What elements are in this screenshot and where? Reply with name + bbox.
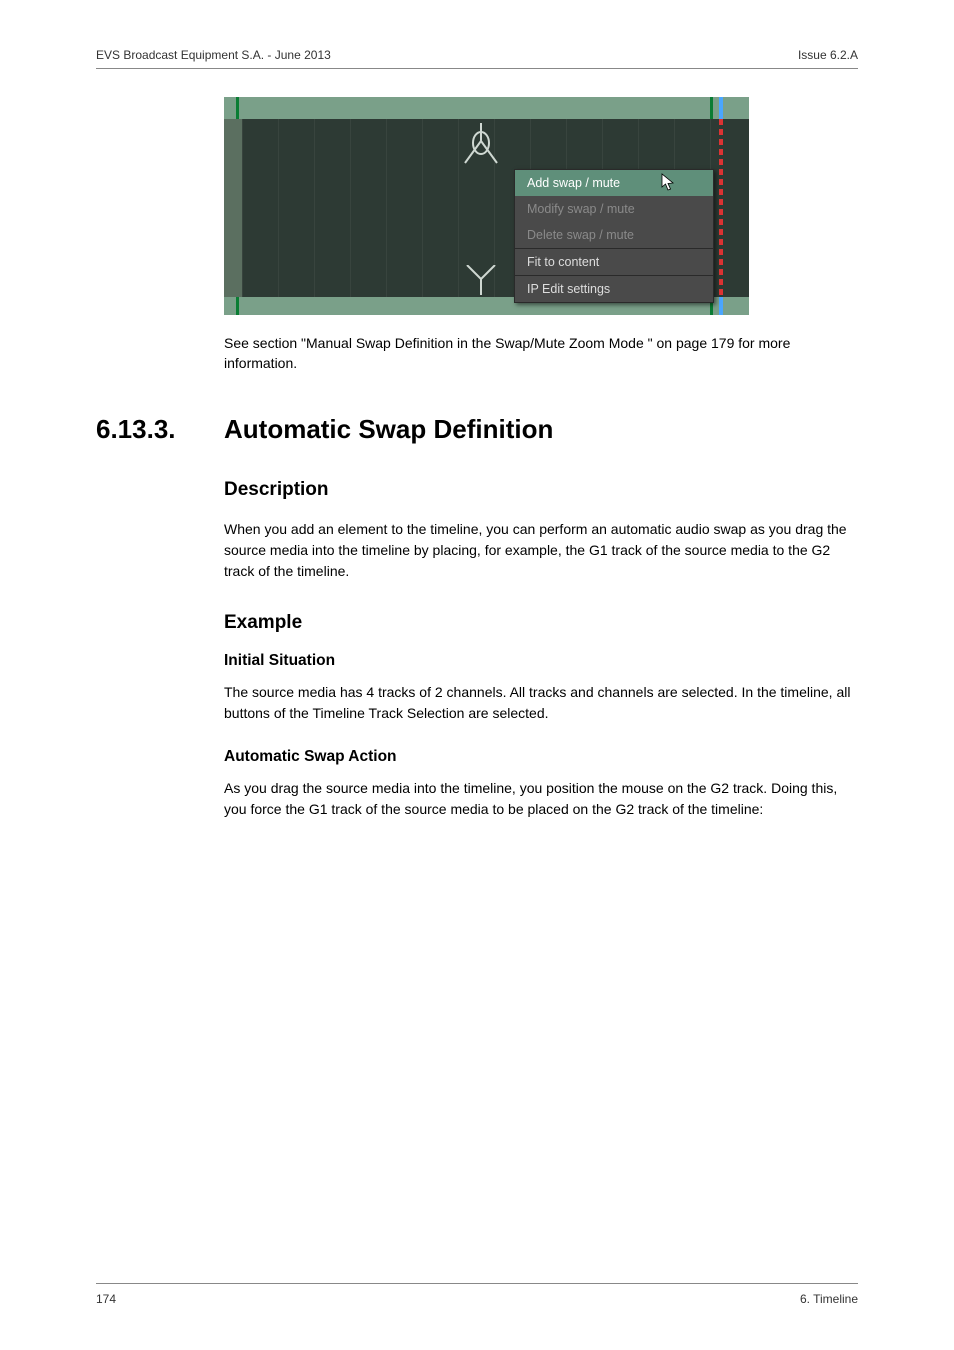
- timeline-top-bar: [224, 97, 749, 119]
- initial-situation-body: The source media has 4 tracks of 2 chann…: [224, 682, 858, 724]
- page-footer: 174 6. Timeline: [96, 1283, 858, 1306]
- menu-item-ip-edit-settings[interactable]: IP Edit settings: [515, 276, 713, 302]
- waveform-bottom-icon: [451, 265, 511, 295]
- page-header: EVS Broadcast Equipment S.A. - June 2013…: [96, 48, 858, 62]
- cursor-icon: [661, 173, 677, 191]
- section-number: 6.13.3.: [96, 414, 224, 445]
- menu-item-add-swap-mute[interactable]: Add swap / mute: [515, 170, 713, 196]
- menu-item-label: Fit to content: [527, 255, 599, 269]
- menu-item-label: Modify swap / mute: [527, 202, 635, 216]
- menu-item-fit-to-content[interactable]: Fit to content: [515, 249, 713, 275]
- menu-item-label: IP Edit settings: [527, 282, 610, 296]
- chapter-label: 6. Timeline: [800, 1292, 858, 1306]
- timeline-screenshot: Add swap / mute Modify swap / mute Delet…: [224, 97, 749, 315]
- marker-green: [710, 97, 713, 119]
- marker-blue: [719, 97, 723, 119]
- automatic-swap-action-body: As you drag the source media into the ti…: [224, 778, 858, 820]
- page-number: 174: [96, 1292, 116, 1306]
- menu-item-label: Delete swap / mute: [527, 228, 634, 242]
- menu-item-modify-swap-mute: Modify swap / mute: [515, 196, 713, 222]
- header-left: EVS Broadcast Equipment S.A. - June 2013: [96, 48, 331, 62]
- page: EVS Broadcast Equipment S.A. - June 2013…: [0, 0, 954, 1350]
- automatic-swap-action-heading: Automatic Swap Action: [224, 748, 858, 766]
- context-menu: Add swap / mute Modify swap / mute Delet…: [514, 169, 714, 303]
- section-body: Description When you add an element to t…: [224, 479, 858, 820]
- header-right: Issue 6.2.A: [798, 48, 858, 62]
- marker-green: [236, 97, 239, 119]
- description-body: When you add an element to the timeline,…: [224, 519, 858, 582]
- section-heading-row: 6.13.3. Automatic Swap Definition: [96, 414, 858, 445]
- menu-item-delete-swap-mute: Delete swap / mute: [515, 222, 713, 248]
- menu-item-label: Add swap / mute: [527, 176, 620, 190]
- marker-red-stripe: [719, 119, 723, 297]
- timeline-left-gutter: [224, 119, 242, 297]
- marker-blue: [719, 297, 723, 315]
- marker-green: [236, 297, 239, 315]
- initial-situation-heading: Initial Situation: [224, 652, 858, 670]
- waveform-top-icon: [451, 123, 511, 167]
- example-heading: Example: [224, 612, 858, 634]
- content-block: Add swap / mute Modify swap / mute Delet…: [224, 97, 858, 374]
- footer-row: 174 6. Timeline: [96, 1292, 858, 1306]
- description-heading: Description: [224, 479, 858, 501]
- section-title: Automatic Swap Definition: [224, 414, 553, 445]
- footer-rule: [96, 1283, 858, 1284]
- screenshot-caption: See section "Manual Swap Definition in t…: [224, 333, 858, 374]
- header-rule: [96, 68, 858, 69]
